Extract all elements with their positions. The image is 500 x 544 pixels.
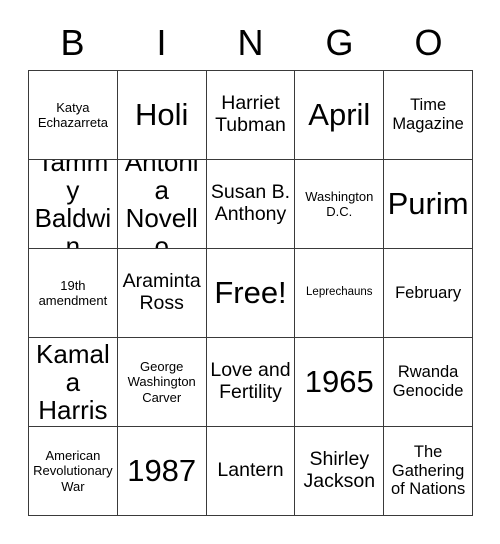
bingo-cell-label: Katya Echazarreta <box>37 99 108 130</box>
header-letter-n: N <box>237 22 264 63</box>
header-letter-b: B <box>60 22 85 63</box>
bingo-cell-r2c3[interactable]: Susan B. Anthony <box>206 160 296 249</box>
bingo-cell-label: 1965 <box>304 363 374 399</box>
header-letter-g: G <box>325 22 354 63</box>
bingo-grid: Katya Echazarreta Holi Harriet Tubman April… <box>28 70 473 516</box>
bingo-cell-r1c3[interactable]: Harriet Tubman <box>206 71 296 160</box>
bingo-cell-r4c5[interactable]: Rwanda Genocide <box>384 338 473 427</box>
bingo-cell-label: George Washington Carver <box>127 359 196 405</box>
bingo-cell-label: Harriet Tubman <box>215 92 286 136</box>
bingo-cell-r5c2[interactable]: 1987 <box>117 427 207 516</box>
bingo-cell-r4c3[interactable]: Love and Fertility <box>206 338 296 427</box>
bingo-cell-r5c1[interactable]: American Revolutionary War <box>29 427 118 516</box>
bingo-cell-label: Washington D.C. <box>305 188 374 219</box>
bingo-cell-label: Rwanda Genocide <box>392 363 464 400</box>
bingo-cell-r5c5[interactable]: The Gathering of Nations <box>384 427 473 516</box>
bingo-cell-label: Free! <box>214 274 287 310</box>
bingo-cell-label: Susan B. Anthony <box>210 181 291 225</box>
bingo-cell-label: Lantern <box>217 459 284 482</box>
bingo-cell-r4c4[interactable]: 1965 <box>295 338 385 427</box>
bingo-cell-r2c2[interactable]: Antonia Novello <box>117 160 207 249</box>
bingo-cell-r4c1[interactable]: Kamala Harris <box>29 338 118 427</box>
bingo-cell-r3c2[interactable]: Araminta Ross <box>117 249 207 338</box>
bingo-cell-label: February <box>395 283 462 302</box>
bingo-cell-r2c5[interactable]: Purim <box>384 160 473 249</box>
bingo-cell-label: Purim <box>387 185 469 221</box>
bingo-cell-label: Leprechauns <box>306 286 373 299</box>
bingo-cell-label: The Gathering of Nations <box>390 442 466 499</box>
bingo-cell-r5c4[interactable]: Shirley Jackson <box>295 427 385 516</box>
bingo-cell-r3c4[interactable]: Leprechauns <box>295 249 385 338</box>
bingo-cell-r1c2[interactable]: Holi <box>117 71 207 160</box>
bingo-header: B I N G O <box>28 18 473 68</box>
bingo-cell-label: Antonia Novello <box>124 160 199 249</box>
bingo-cell-label: Shirley Jackson <box>303 448 376 492</box>
bingo-cell-r2c1[interactable]: Tammy Baldwin <box>29 160 118 249</box>
bingo-cell-r2c4[interactable]: Washington D.C. <box>295 160 385 249</box>
bingo-cell-r1c4[interactable]: April <box>295 71 385 160</box>
bingo-cell-label: 1987 <box>127 452 197 488</box>
header-letter-o: O <box>414 22 443 63</box>
bingo-cell-label: Holi <box>134 96 189 132</box>
bingo-card: B I N G O Katya Echazarreta Holi Harriet T… <box>0 0 500 544</box>
bingo-cell-label: Love and Fertility <box>210 359 291 403</box>
header-letter-i: I <box>156 22 167 63</box>
bingo-cell-label: Kamala Harris <box>36 338 110 426</box>
bingo-cell-label: Tammy Baldwin <box>34 160 112 249</box>
bingo-cell-label: Time Magazine <box>392 96 464 133</box>
bingo-cell-label: Araminta Ross <box>122 270 201 314</box>
bingo-cell-r1c5[interactable]: Time Magazine <box>384 71 473 160</box>
bingo-cell-label: American Revolutionary War <box>33 448 113 494</box>
bingo-cell-label: 19th amendment <box>38 277 108 308</box>
bingo-cell-r3c3[interactable]: Free! <box>206 249 296 338</box>
bingo-cell-r5c3[interactable]: Lantern <box>206 427 296 516</box>
bingo-cell-r1c1[interactable]: Katya Echazarreta <box>29 71 118 160</box>
bingo-cell-label: April <box>308 96 371 132</box>
bingo-cell-r3c1[interactable]: 19th amendment <box>29 249 118 338</box>
bingo-cell-r3c5[interactable]: February <box>384 249 473 338</box>
bingo-cell-r4c2[interactable]: George Washington Carver <box>117 338 207 427</box>
